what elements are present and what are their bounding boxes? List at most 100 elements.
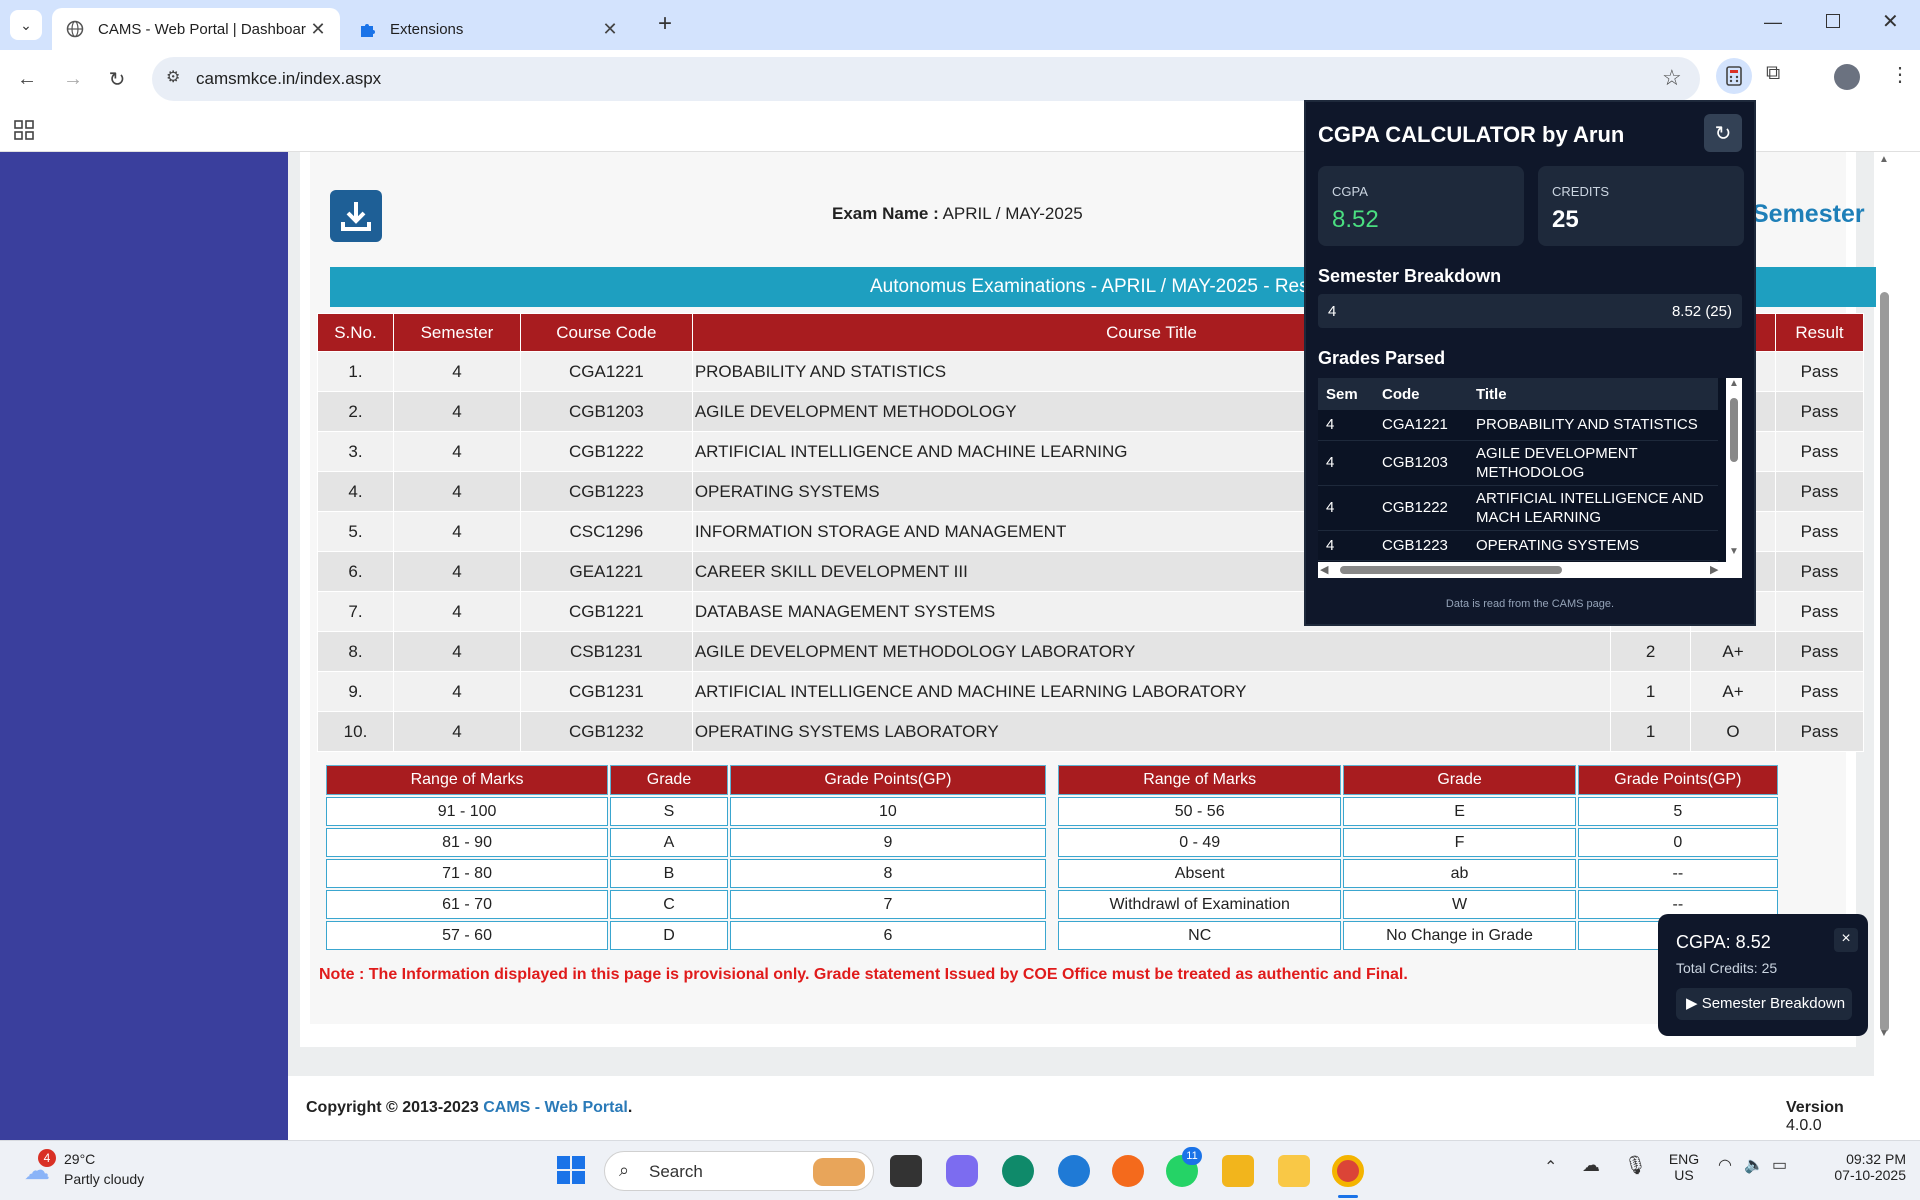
cams-link[interactable]: CAMS - Web Portal <box>483 1099 628 1116</box>
cell-sem: 4 <box>1318 530 1380 561</box>
minimize-button[interactable]: — <box>1764 12 1782 33</box>
maximize-button[interactable] <box>1826 14 1840 28</box>
horizontal-scrollbar[interactable]: ◀ ▶ <box>1318 562 1742 578</box>
tab-cams[interactable]: CAMS - Web Portal | Dashboard ✕ <box>52 8 340 50</box>
grade-header-row: Range of Marks Grade Grade Points(GP) <box>1058 765 1778 795</box>
toast-close-button[interactable]: × <box>1834 928 1858 952</box>
new-tab-button[interactable]: + <box>650 10 680 40</box>
scroll-down-arrow[interactable]: ▼ <box>1729 546 1739 557</box>
scroll-up-arrow[interactable]: ▲ <box>1879 154 1889 165</box>
scroll-down-arrow[interactable]: ▼ <box>1879 1028 1889 1039</box>
scroll-left-arrow[interactable]: ◀ <box>1320 563 1328 576</box>
header-semester: Semester <box>392 313 521 352</box>
cell-range: 91 - 100 <box>326 797 609 826</box>
cell-code: CGB1222 <box>1380 485 1476 531</box>
menu-kebab-icon[interactable]: ⋮ <box>1890 62 1910 87</box>
grades-parsed-table[interactable]: Sem Code Title 4 CGA1221 PROBABILITY AND S… <box>1318 378 1742 578</box>
grade-row: 50 - 56 E 5 <box>1058 797 1778 826</box>
cell-title: PROBABILITY AND STATISTICS <box>1476 410 1718 441</box>
header-gp: Grade Points(GP) <box>729 765 1046 795</box>
cell-grade: D <box>610 921 728 950</box>
chrome-icon[interactable] <box>1332 1155 1364 1187</box>
show-hidden-icons[interactable]: ⌃ <box>1544 1157 1557 1177</box>
language-indicator[interactable]: ENG US <box>1664 1151 1704 1183</box>
cgpa-extension-icon[interactable] <box>1716 58 1752 94</box>
forward-button[interactable]: → <box>58 64 88 94</box>
cgpa-label: CGPA <box>1332 184 1368 199</box>
battery-icon[interactable]: ▭ <box>1772 1155 1787 1175</box>
bookmark-star-icon[interactable]: ☆ <box>1662 65 1682 91</box>
cell-sno: 6. <box>317 551 394 592</box>
cell-credits: 1 <box>1610 671 1692 712</box>
weather-widget[interactable]: ☁ 4 29°C Partly cloudy <box>20 1149 180 1193</box>
cell-sem: 4 <box>1318 485 1380 531</box>
copilot-icon[interactable] <box>946 1155 978 1187</box>
scroll-thumb[interactable] <box>1880 292 1889 1032</box>
globe-icon <box>66 20 84 38</box>
tab-search-button[interactable]: ⌄ <box>10 10 42 40</box>
breakdown-sem: 4 <box>1328 303 1337 320</box>
cell-code: CGB1203 <box>1380 440 1476 486</box>
chrome-active-indicator <box>1338 1195 1358 1198</box>
grade-row: 0 - 49 F 0 <box>1058 828 1778 857</box>
edge-dev-icon[interactable] <box>1002 1155 1034 1187</box>
grades-header-row: Sem Code Title <box>1318 378 1718 410</box>
firefox-icon[interactable] <box>1112 1155 1144 1187</box>
cell-range: 81 - 90 <box>326 828 609 857</box>
close-tab-icon[interactable]: ✕ <box>598 19 622 40</box>
page-scrollbar[interactable]: ▲ ▼ <box>1878 152 1892 1140</box>
volume-icon[interactable]: 🔈 <box>1744 1155 1764 1175</box>
cell-sno: 9. <box>317 671 394 712</box>
scroll-right-arrow[interactable]: ▶ <box>1710 563 1718 576</box>
browser-tab-strip: ⌄ CAMS - Web Portal | Dashboard ✕ Extens… <box>0 0 1920 50</box>
cell-gp: 8 <box>729 859 1046 888</box>
vertical-scrollbar[interactable]: ▲ ▼ <box>1726 378 1742 562</box>
taskbar-search[interactable]: ⌕ Search <box>604 1151 874 1191</box>
site-info-icon[interactable]: ⚙ <box>166 67 180 87</box>
breakdown-value: 8.52 (25) <box>1671 303 1732 320</box>
toast-cgpa: CGPA: 8.52 <box>1676 932 1771 952</box>
popup-title: CGPA CALCULATOR by Arun <box>1318 122 1625 147</box>
whatsapp-icon[interactable]: 11 <box>1166 1147 1202 1187</box>
cell-grade: A+ <box>1690 631 1776 672</box>
grades-parsed-row: 4 CGB1223 OPERATING SYSTEMS <box>1318 530 1718 561</box>
onedrive-icon[interactable]: ☁ <box>1582 1155 1600 1176</box>
semester-link[interactable]: Semester <box>1752 200 1865 229</box>
grades-parsed-row: 4 CGA1221 PROBABILITY AND STATISTICS <box>1318 410 1718 441</box>
reload-button[interactable]: ↻ <box>102 64 132 94</box>
task-view-icon[interactable] <box>890 1155 922 1187</box>
scroll-thumb[interactable] <box>1340 566 1562 574</box>
cell-grade: C <box>610 890 728 919</box>
microphone-icon[interactable]: 🎙 <box>1624 1155 1647 1176</box>
start-button[interactable] <box>556 1155 586 1185</box>
cell-sno: 3. <box>317 431 394 472</box>
download-icon[interactable] <box>330 190 382 242</box>
notes-icon[interactable] <box>1278 1155 1310 1187</box>
file-explorer-icon[interactable] <box>1222 1155 1254 1187</box>
address-bar[interactable]: ⚙ camsmkce.in/index.aspx ☆ <box>152 57 1700 101</box>
extensions-puzzle-icon[interactable]: ⧉ <box>1766 62 1780 85</box>
copyright: Copyright © 2013-2023 CAMS - Web Portal. <box>306 1099 632 1117</box>
cell-grade: ab <box>1343 859 1576 888</box>
tab-title: Extensions <box>390 20 464 38</box>
edge-icon[interactable] <box>1058 1155 1090 1187</box>
profile-avatar[interactable] <box>1834 64 1860 90</box>
wifi-icon[interactable]: ◠ <box>1718 1155 1732 1175</box>
puzzle-icon <box>358 20 376 38</box>
clock[interactable]: 09:32 PM 07-10-2025 <box>1806 1151 1906 1183</box>
close-tab-icon[interactable]: ✕ <box>306 19 330 40</box>
cell-semester: 4 <box>392 551 521 592</box>
refresh-button[interactable]: ↻ <box>1704 114 1742 152</box>
tab-extensions[interactable]: Extensions ✕ <box>344 8 632 50</box>
semester-breakdown-button[interactable]: ▶ Semester Breakdown <box>1676 988 1852 1020</box>
cell-result: Pass <box>1774 511 1865 552</box>
close-window-button[interactable]: ✕ <box>1882 9 1899 34</box>
back-button[interactable]: ← <box>12 64 42 94</box>
apps-grid-icon[interactable] <box>14 120 34 145</box>
windows-taskbar: ☁ 4 29°C Partly cloudy ⌕ Search 11 ⌃ ☁ 🎙… <box>0 1140 1920 1200</box>
grade-row: 57 - 60 D 6 <box>326 921 1046 950</box>
scroll-thumb[interactable] <box>1730 398 1738 462</box>
cell-code: CGA1221 <box>519 351 693 392</box>
scroll-up-arrow[interactable]: ▲ <box>1729 378 1739 389</box>
grades-parsed-row: 4 CGB1222 ARTIFICIAL INTELLIGENCE AND MACH… <box>1318 485 1718 531</box>
